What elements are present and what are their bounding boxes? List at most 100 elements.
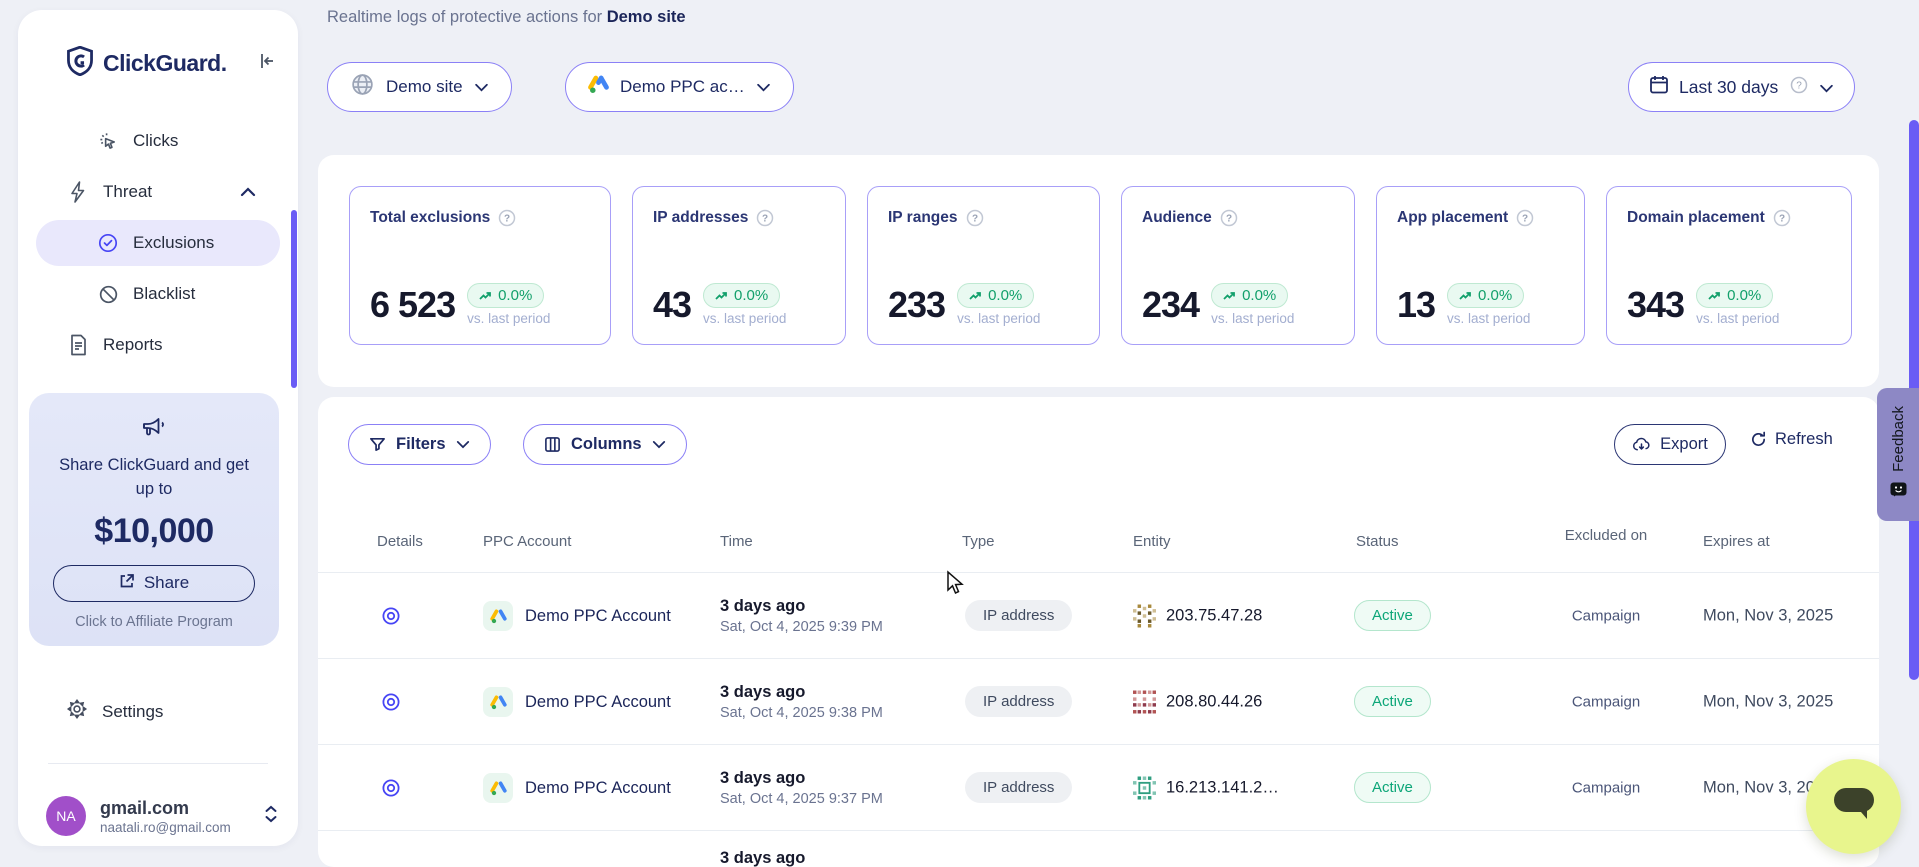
stat-title: Domain placement: [1627, 209, 1765, 227]
sidebar-item-label: Clicks: [133, 131, 178, 151]
ip-identicon: [1133, 691, 1156, 714]
excluded-on-value: Campaign: [1548, 608, 1664, 625]
table-row[interactable]: 3 days ago: [318, 831, 1879, 867]
sidebar-collapse-icon[interactable]: [258, 52, 276, 75]
ppc-account-name: Demo PPC Account: [525, 779, 671, 798]
stat-delta: 0.0%: [1242, 287, 1276, 304]
lightning-icon: [66, 181, 90, 203]
svg-text:?: ?: [1522, 214, 1528, 225]
ppc-account-selector[interactable]: Demo PPC ac…: [565, 62, 794, 112]
time-relative: 3 days ago: [720, 597, 883, 616]
type-badge: IP address: [965, 686, 1072, 717]
ip-identicon: [1133, 605, 1156, 628]
chevron-down-icon: [456, 440, 470, 449]
chevron-down-icon: [1819, 77, 1834, 98]
export-button[interactable]: Export: [1614, 424, 1726, 465]
stat-value: 234: [1142, 284, 1199, 326]
clickguard-logo-icon: [66, 46, 94, 81]
sidebar-item-clicks[interactable]: Clicks: [36, 118, 280, 164]
stat-caption: vs. last period: [467, 311, 550, 326]
col-time: Time: [720, 533, 753, 550]
stat-title: Total exclusions: [370, 209, 490, 227]
filters-button[interactable]: Filters: [348, 424, 491, 465]
columns-icon: [544, 436, 561, 453]
help-circle-icon: ?: [1516, 209, 1534, 227]
stat-title: App placement: [1397, 209, 1508, 227]
sidebar: ClickGuard. Clicks Threat Exclusions: [18, 10, 298, 846]
calendar-icon: [1649, 74, 1669, 100]
date-range-selector[interactable]: Last 30 days ?: [1628, 62, 1855, 112]
expires-at-value: Mon, Nov 3, 2025: [1703, 693, 1833, 712]
expires-at-value: Mon, Nov 3, 2025: [1703, 607, 1833, 626]
document-icon: [66, 334, 90, 356]
external-link-icon: [119, 573, 135, 594]
table-row[interactable]: Demo PPC Account 3 days agoSat, Oct 4, 2…: [318, 573, 1879, 659]
eye-icon: [380, 605, 402, 627]
chat-button[interactable]: [1806, 759, 1901, 854]
feedback-smiley-icon: [1890, 481, 1907, 503]
chevron-down-icon: [756, 77, 771, 97]
chevron-down-icon: [474, 77, 489, 97]
brand-name: ClickGuard.: [103, 50, 227, 77]
sidebar-item-settings[interactable]: Settings: [66, 698, 163, 725]
refresh-button-label: Refresh: [1775, 430, 1833, 449]
stat-delta: 0.0%: [498, 287, 532, 304]
svg-text:?: ?: [762, 214, 768, 225]
avatar: NA: [46, 796, 86, 836]
stat-caption: vs. last period: [703, 311, 786, 326]
help-circle-icon: ?: [1220, 209, 1238, 227]
stat-caption: vs. last period: [1696, 311, 1779, 326]
view-details-button[interactable]: [380, 691, 402, 713]
chat-bubble-icon: [1831, 786, 1877, 827]
stat-delta: 0.0%: [734, 287, 768, 304]
help-circle-icon: ?: [756, 209, 774, 227]
stat-title: Audience: [1142, 209, 1212, 227]
view-details-button[interactable]: [380, 777, 402, 799]
type-badge: IP address: [965, 600, 1072, 631]
prohibit-icon: [96, 284, 120, 305]
stat-title: IP addresses: [653, 209, 748, 227]
sidebar-item-exclusions[interactable]: Exclusions: [36, 220, 280, 266]
affiliate-promo-card[interactable]: Share ClickGuard and get up to $10,000 S…: [29, 393, 279, 646]
col-excluded-on: Excluded on: [1561, 525, 1651, 547]
stat-title: IP ranges: [888, 209, 958, 227]
columns-button[interactable]: Columns: [523, 424, 687, 465]
time-relative: 3 days ago: [720, 769, 883, 788]
stat-card-audience: Audience? 234 0.0% vs. last period: [1121, 186, 1355, 345]
stat-value: 233: [888, 284, 945, 326]
stat-card-ip-ranges: IP ranges? 233 0.0% vs. last period: [867, 186, 1100, 345]
stat-delta: 0.0%: [988, 287, 1022, 304]
cloud-download-icon: [1632, 436, 1651, 453]
sidebar-item-reports[interactable]: Reports: [36, 322, 280, 368]
feedback-label: Feedback: [1890, 406, 1907, 472]
view-details-button[interactable]: [380, 605, 402, 627]
trend-up-icon: [1459, 291, 1473, 301]
sidebar-item-blacklist[interactable]: Blacklist: [36, 271, 280, 317]
table-row[interactable]: Demo PPC Account 3 days agoSat, Oct 4, 2…: [318, 659, 1879, 745]
type-badge: IP address: [965, 772, 1072, 803]
divider: [48, 763, 268, 764]
svg-text:?: ?: [1796, 80, 1802, 91]
sidebar-item-threat[interactable]: Threat: [36, 169, 280, 215]
filter-icon: [369, 436, 386, 453]
account-switcher[interactable]: NA gmail.com naatali.ro@gmail.com: [46, 796, 278, 836]
help-circle-icon: ?: [966, 209, 984, 227]
trend-up-icon: [1708, 291, 1722, 301]
table-row[interactable]: Demo PPC Account 3 days agoSat, Oct 4, 2…: [318, 745, 1879, 831]
feedback-tab[interactable]: Feedback: [1877, 388, 1919, 521]
sidebar-item-label: Threat: [103, 182, 152, 202]
site-selector[interactable]: Demo site: [327, 62, 512, 112]
time-relative: 3 days ago: [720, 849, 805, 867]
stat-value: 343: [1627, 284, 1684, 326]
date-range-value: Last 30 days: [1679, 77, 1778, 98]
badge-check-icon: [96, 232, 120, 254]
svg-text:?: ?: [1226, 214, 1232, 225]
stat-delta: 0.0%: [1478, 287, 1512, 304]
promo-text: Share ClickGuard and get up to: [29, 454, 279, 502]
exclusions-table-panel: Filters Columns Export Refresh Details P…: [318, 397, 1879, 867]
sidebar-scrollbar[interactable]: [291, 210, 297, 388]
chevron-down-icon: [652, 440, 666, 449]
share-button[interactable]: Share: [53, 565, 255, 602]
refresh-button[interactable]: Refresh: [1750, 430, 1833, 449]
ip-identicon: [1133, 777, 1156, 800]
